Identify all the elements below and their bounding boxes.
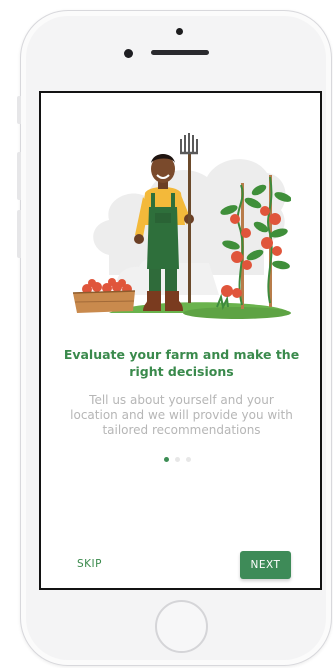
onboarding-screen: Evaluate your farm and make the right de… xyxy=(39,91,322,590)
page-dot-1[interactable] xyxy=(164,457,169,462)
mute-switch xyxy=(17,96,21,124)
next-button[interactable]: NEXT xyxy=(240,551,291,579)
volume-up-button xyxy=(17,152,21,200)
page-dot-3[interactable] xyxy=(186,457,191,462)
onboarding-description: Tell us about yourself and your location… xyxy=(70,393,293,437)
sensor-dot xyxy=(176,28,183,35)
home-button[interactable] xyxy=(155,600,208,653)
onboarding-title: Evaluate your farm and make the right de… xyxy=(63,347,300,379)
skip-button[interactable]: SKIP xyxy=(77,558,102,570)
earpiece-speaker xyxy=(151,50,209,55)
farmer-with-pitchfork-illustration xyxy=(72,133,291,319)
front-camera xyxy=(124,49,133,58)
volume-down-button xyxy=(17,210,21,258)
page-dot-2[interactable] xyxy=(175,457,180,462)
page-indicator xyxy=(164,457,191,462)
